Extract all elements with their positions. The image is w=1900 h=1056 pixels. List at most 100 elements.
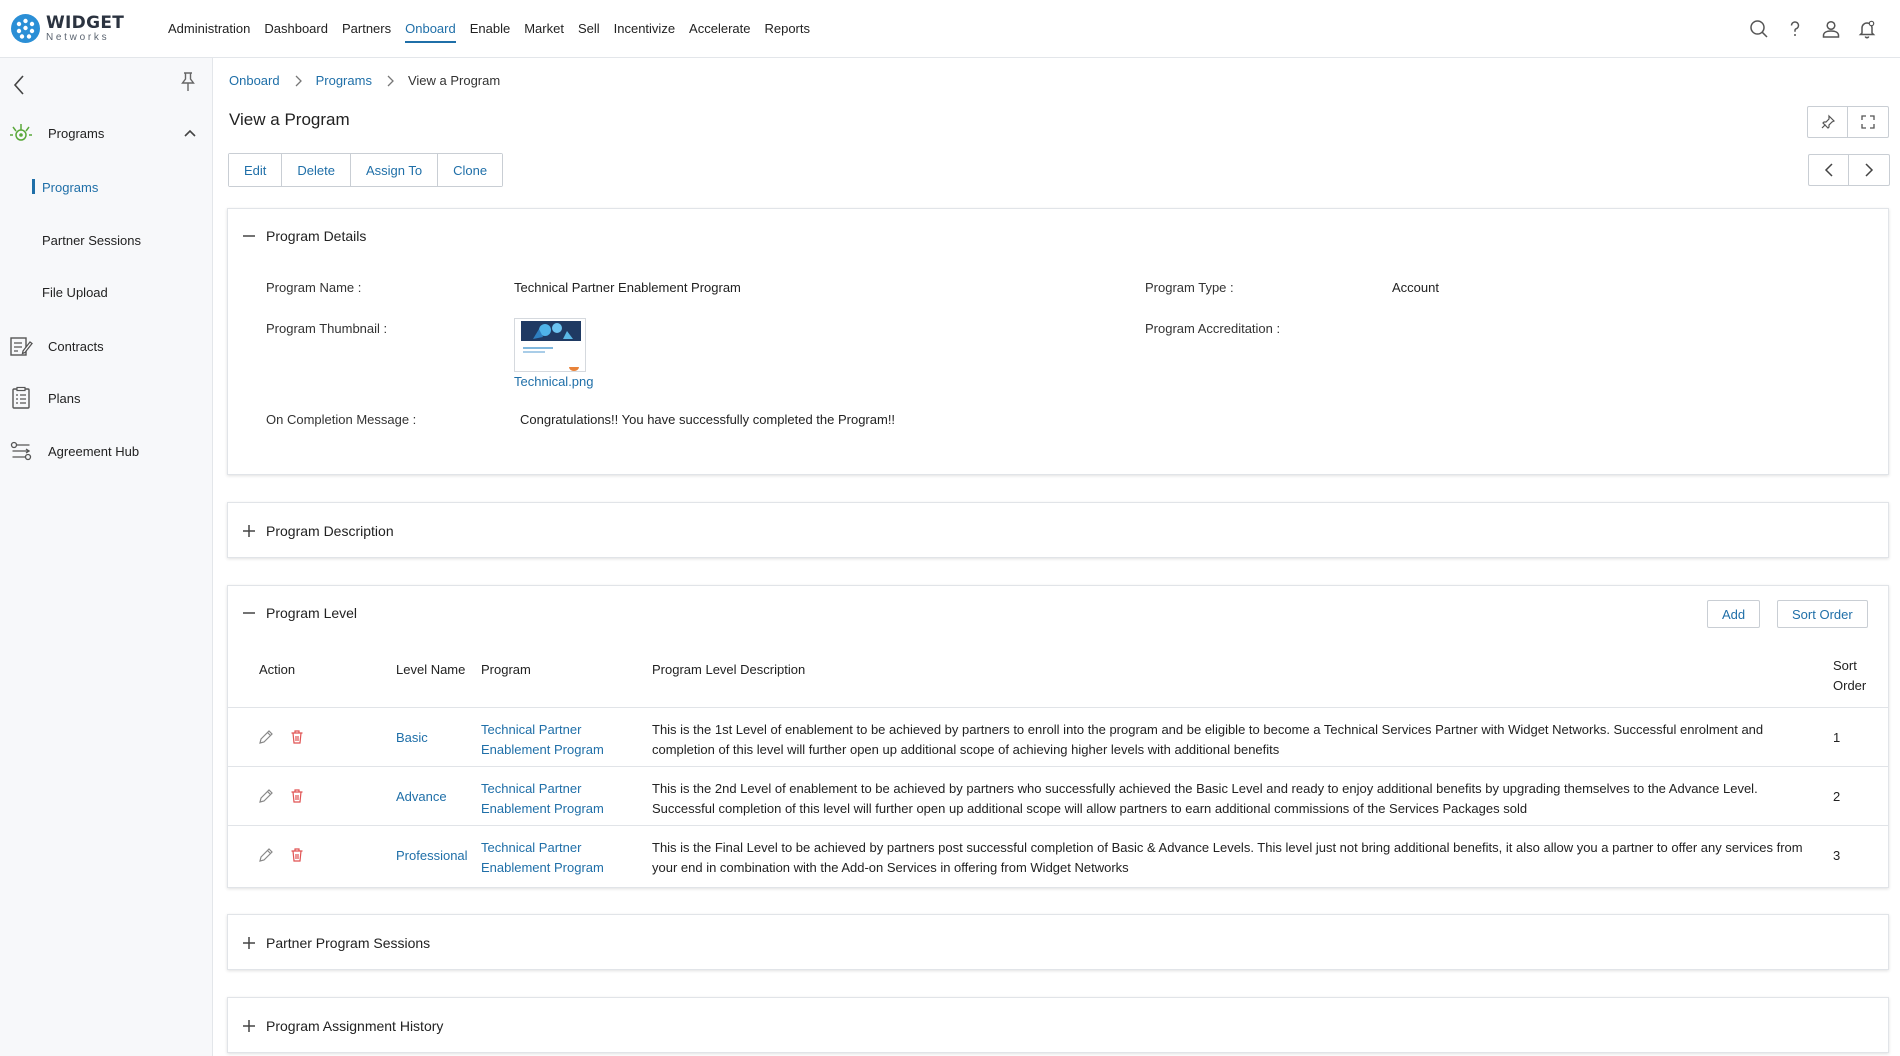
- contracts-icon: [9, 334, 33, 358]
- nav-market[interactable]: Market: [517, 0, 571, 58]
- column-header-level-name: Level Name: [396, 662, 466, 677]
- brand-logo[interactable]: WIDGET Networks: [11, 14, 151, 43]
- section-title: Program Level: [266, 605, 358, 621]
- plans-icon: [9, 386, 33, 410]
- nav-accelerate[interactable]: Accelerate: [682, 0, 757, 58]
- search-icon[interactable]: [1748, 18, 1770, 40]
- sidebar-item-programs[interactable]: Programs: [31, 179, 98, 195]
- column-header-sort-order: Sort Order: [1833, 656, 1866, 696]
- partner-program-sessions-panel: Partner Program Sessions: [227, 914, 1889, 970]
- nav-enable[interactable]: Enable: [463, 0, 517, 58]
- column-header-program: Program: [481, 662, 531, 677]
- program-description-header[interactable]: Program Description: [242, 523, 394, 539]
- assign-to-button[interactable]: Assign To: [350, 154, 439, 186]
- sort-order-value: 1: [1833, 730, 1841, 745]
- nav-incentivize[interactable]: Incentivize: [607, 0, 682, 58]
- fullscreen-icon[interactable]: [1848, 107, 1888, 137]
- clone-button[interactable]: Clone: [438, 154, 503, 186]
- section-title: Partner Program Sessions: [266, 935, 431, 951]
- breadcrumb: Onboard Programs View a Program: [229, 73, 500, 88]
- sidebar-group-label: Agreement Hub: [48, 443, 140, 459]
- section-title: Program Details: [266, 228, 367, 244]
- record-navigation: [1808, 154, 1890, 186]
- sort-order-button[interactable]: Sort Order: [1777, 600, 1868, 628]
- delete-button[interactable]: Delete: [282, 154, 351, 186]
- delete-icon[interactable]: [289, 788, 305, 804]
- section-title: Program Assignment History: [266, 1018, 444, 1034]
- program-details-header[interactable]: Program Details: [242, 228, 366, 244]
- sidebar-group-agreement-hub[interactable]: Agreement Hub: [0, 433, 213, 469]
- breadcrumb-programs[interactable]: Programs: [316, 73, 372, 88]
- previous-record-icon[interactable]: [1809, 155, 1849, 185]
- nav-reports[interactable]: Reports: [757, 0, 817, 58]
- user-icon[interactable]: [1820, 18, 1842, 40]
- pin-sidebar-icon[interactable]: [178, 70, 198, 94]
- level-description: This is the 1st Level of enablement to b…: [652, 722, 1764, 757]
- program-thumbnail-image[interactable]: [514, 318, 586, 372]
- partner-program-sessions-header[interactable]: Partner Program Sessions: [242, 935, 430, 951]
- program-level-panel: Program Level Add Sort Order Action Leve…: [227, 585, 1889, 888]
- level-name-link[interactable]: Professional: [396, 848, 468, 863]
- bell-icon[interactable]: [1856, 18, 1878, 40]
- edit-button[interactable]: Edit: [229, 154, 283, 186]
- program-description-panel: Program Description: [227, 502, 1889, 558]
- program-assignment-history-header[interactable]: Program Assignment History: [242, 1018, 443, 1034]
- table-row: Advance Technical Partner Enablement Pro…: [228, 766, 1888, 825]
- expand-icon: [243, 937, 255, 949]
- edit-icon[interactable]: [258, 729, 274, 745]
- edit-icon[interactable]: [258, 847, 274, 863]
- nav-onboard[interactable]: Onboard: [398, 0, 463, 58]
- program-link[interactable]: Technical Partner Enablement Program: [481, 838, 626, 878]
- sidebar-group-programs[interactable]: Programs: [0, 115, 213, 151]
- nav-partners[interactable]: Partners: [335, 0, 398, 58]
- sidebar-item-partner-sessions[interactable]: Partner Sessions: [42, 233, 141, 248]
- chevron-up-icon[interactable]: [182, 125, 198, 141]
- page-title: View a Program: [229, 110, 350, 129]
- sidebar-item-file-upload[interactable]: File Upload: [42, 285, 108, 300]
- level-name-link[interactable]: Advance: [396, 789, 447, 804]
- collapse-sidebar-icon[interactable]: [10, 72, 30, 98]
- program-level-header[interactable]: Program Level: [242, 605, 357, 621]
- program-thumbnail-label: Program Thumbnail :: [266, 321, 388, 336]
- sort-order-value: 3: [1833, 848, 1841, 863]
- action-button-group: Edit Delete Assign To Clone: [228, 153, 504, 187]
- main-nav: Administration Dashboard Partners Onboar…: [161, 0, 817, 58]
- edit-icon[interactable]: [258, 788, 274, 804]
- level-name-link[interactable]: Basic: [396, 730, 428, 745]
- table-row: Professional Technical Partner Enablemen…: [228, 825, 1888, 884]
- nav-sell[interactable]: Sell: [571, 0, 607, 58]
- add-level-button[interactable]: Add: [1707, 600, 1761, 628]
- expand-icon: [243, 525, 255, 537]
- view-controls: [1807, 106, 1889, 138]
- sidebar-group-plans[interactable]: Plans: [0, 380, 213, 416]
- breadcrumb-current: View a Program: [407, 73, 501, 88]
- program-type-value: Account: [1392, 280, 1439, 295]
- level-description: This is the Final Level to be achieved b…: [652, 840, 1803, 875]
- sort-order-value: 2: [1833, 789, 1841, 804]
- agreement-hub-icon: [9, 439, 33, 463]
- completion-message-value: Congratulations!! You have successfully …: [520, 412, 896, 427]
- program-link[interactable]: Technical Partner Enablement Program: [481, 779, 626, 819]
- breadcrumb-onboard[interactable]: Onboard: [229, 73, 280, 88]
- level-description: This is the 2nd Level of enablement to b…: [652, 781, 1758, 816]
- program-accreditation-label: Program Accreditation :: [1145, 321, 1281, 336]
- pin-icon[interactable]: [1808, 107, 1848, 137]
- sidebar-group-contracts[interactable]: Contracts: [0, 328, 213, 364]
- column-header-action: Action: [259, 662, 296, 677]
- next-record-icon[interactable]: [1849, 155, 1889, 185]
- completion-message-label: On Completion Message :: [266, 412, 417, 427]
- program-type-label: Program Type :: [1145, 280, 1234, 295]
- sidebar-group-label: Plans: [48, 390, 81, 406]
- sidebar-group-label: Contracts: [48, 338, 104, 354]
- sidebar-group-label: Programs: [48, 125, 105, 141]
- nav-administration[interactable]: Administration: [161, 0, 257, 58]
- programs-icon: [9, 121, 33, 145]
- delete-icon[interactable]: [289, 847, 305, 863]
- program-link[interactable]: Technical Partner Enablement Program: [481, 720, 626, 760]
- program-thumbnail-link[interactable]: Technical.png: [514, 374, 594, 389]
- program-assignment-history-panel: Program Assignment History: [227, 997, 1889, 1053]
- nav-dashboard[interactable]: Dashboard: [257, 0, 335, 58]
- help-icon[interactable]: [1784, 18, 1806, 40]
- column-header-sort-line2: Order: [1833, 678, 1867, 693]
- delete-icon[interactable]: [289, 729, 305, 745]
